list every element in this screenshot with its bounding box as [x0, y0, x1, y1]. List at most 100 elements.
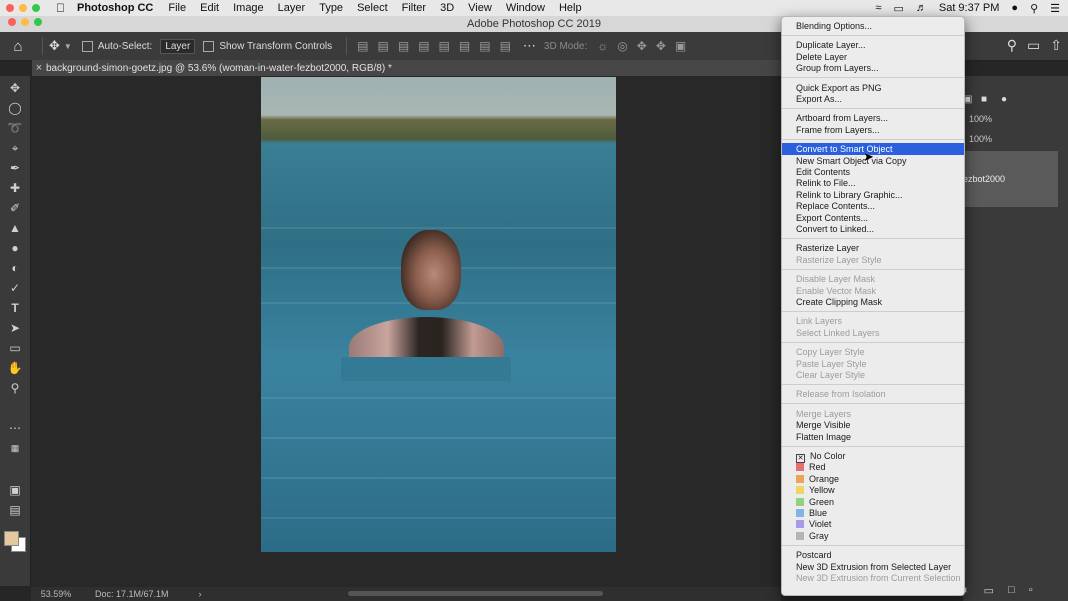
menu-view[interactable]: View — [461, 2, 499, 14]
menu-filter[interactable]: Filter — [395, 2, 433, 14]
menu-item-blending-options[interactable]: Blending Options... — [782, 20, 964, 32]
menu-item-gray[interactable]: Gray — [782, 530, 964, 542]
menu-item-no-color[interactable]: ✕ No Color — [782, 450, 964, 463]
spotlight-icon[interactable]: ⚲ — [1030, 2, 1038, 15]
menu-item-yellow[interactable]: Yellow — [782, 484, 964, 496]
notifications-icon[interactable]: ☰ — [1050, 2, 1060, 15]
share-icon[interactable]: ⇧ — [1050, 37, 1062, 54]
menu-item-flatten-image[interactable]: Flatten Image — [782, 431, 964, 443]
align-extra-icon[interactable]: ▤ — [479, 39, 490, 53]
menu-file[interactable]: File — [161, 2, 193, 14]
align-middle-icon[interactable]: ▤ — [439, 39, 450, 53]
minimize-window-button[interactable] — [19, 4, 27, 12]
align-left-icon[interactable]: ▤ — [357, 39, 368, 53]
zoom-level[interactable]: 53.59% — [31, 589, 81, 599]
menu-image[interactable]: Image — [226, 2, 271, 14]
default-colors-icon[interactable]: ▦ — [6, 440, 24, 456]
apple-menu-icon[interactable]:  — [56, 1, 65, 15]
rectangle-tool-icon[interactable]: ▭ — [6, 340, 24, 356]
move-tool-icon[interactable]: ✥ — [6, 80, 24, 96]
auto-select-checkbox[interactable] — [81, 40, 93, 52]
document-image[interactable] — [261, 77, 616, 552]
new-layer-icon[interactable]: □ — [1008, 584, 1015, 597]
menu-select[interactable]: Select — [350, 2, 395, 14]
path-selection-tool-icon[interactable]: ➤ — [6, 320, 24, 336]
foreground-color-swatch[interactable] — [4, 531, 19, 546]
menu-item-violet[interactable]: Violet — [782, 518, 964, 530]
layer-lock-icon[interactable]: ■ — [981, 94, 987, 105]
menu-item-new-3d-extrusion-from-selected-layer[interactable]: New 3D Extrusion from Selected Layer — [782, 561, 964, 573]
zoom-window-button[interactable] — [32, 4, 40, 12]
menu-type[interactable]: Type — [312, 2, 350, 14]
screen-mode-icon[interactable]: ▤ — [6, 502, 24, 518]
volume-icon[interactable]: ♬ — [916, 2, 927, 14]
menu-item-frame-from-layers[interactable]: Frame from Layers... — [782, 124, 964, 136]
align-top-icon[interactable]: ▤ — [418, 39, 429, 53]
menu-item-blue[interactable]: Blue — [782, 507, 964, 519]
more-options-icon[interactable]: ⋯ — [523, 38, 536, 54]
3d-camera-icon[interactable]: ▣ — [675, 39, 686, 53]
menu-3d[interactable]: 3D — [433, 2, 461, 14]
opacity-value[interactable]: 100% — [969, 114, 992, 124]
blur-tool-icon[interactable]: ● — [6, 240, 24, 256]
menu-item-rasterize-layer[interactable]: Rasterize Layer — [782, 242, 964, 254]
menu-layer[interactable]: Layer — [271, 2, 313, 14]
menu-item-orange[interactable]: Orange — [782, 473, 964, 485]
edit-toolbar-icon[interactable]: ⋯ — [6, 420, 24, 436]
close-window-button[interactable] — [6, 4, 14, 12]
menu-item-artboard-from-layers[interactable]: Artboard from Layers... — [782, 112, 964, 124]
hand-tool-icon[interactable]: ✋ — [6, 360, 24, 376]
app-menu[interactable]: Photoshop CC — [73, 2, 161, 14]
zoom-tool-icon[interactable]: ⚲ — [6, 380, 24, 396]
tool-preset-chevron-icon[interactable]: ▼ — [64, 42, 72, 51]
align-extra2-icon[interactable]: ▤ — [500, 39, 511, 53]
menu-window[interactable]: Window — [499, 2, 552, 14]
menu-item-edit-contents[interactable]: Edit Contents — [782, 166, 964, 178]
align-right-icon[interactable]: ▤ — [398, 39, 409, 53]
menu-item-duplicate-layer[interactable]: Duplicate Layer... — [782, 39, 964, 51]
menu-item-red[interactable]: Red — [782, 461, 964, 473]
menu-item-replace-contents[interactable]: Replace Contents... — [782, 200, 964, 212]
search-icon[interactable]: ⚲ — [1007, 37, 1017, 54]
menu-item-delete-layer[interactable]: Delete Layer — [782, 51, 964, 63]
auto-select-dropdown[interactable]: Layer — [160, 38, 196, 54]
3d-slide-icon[interactable]: ✥ — [656, 39, 666, 53]
workspace-icon[interactable]: ▭ — [1027, 37, 1040, 54]
fill-value[interactable]: 100% — [969, 134, 992, 144]
horizontal-scrollbar[interactable] — [348, 591, 603, 596]
user-icon[interactable]: ● — [1011, 2, 1018, 14]
close-tab-icon[interactable]: × — [32, 62, 46, 74]
status-menu-arrow-icon[interactable]: › — [199, 589, 202, 599]
pen-tool-icon[interactable]: ✓ — [6, 280, 24, 296]
menu-item-green[interactable]: Green — [782, 496, 964, 508]
crop-tool-icon[interactable]: ⌖ — [6, 140, 24, 156]
marquee-tool-icon[interactable]: ◯ — [6, 100, 24, 116]
3d-roll-icon[interactable]: ◎ — [617, 39, 627, 53]
menu-item-export-contents[interactable]: Export Contents... — [782, 212, 964, 224]
quick-mask-icon[interactable]: ▣ — [6, 482, 24, 498]
layer-name[interactable]: ezbot2000 — [963, 174, 1005, 184]
menu-item-group-from-layers[interactable]: Group from Layers... — [782, 62, 964, 74]
clock[interactable]: Sat 9:37 PM — [939, 2, 1000, 14]
menu-item-export-as[interactable]: Export As... — [782, 93, 964, 105]
wifi-icon[interactable]: ≈ — [875, 2, 881, 14]
new-group-icon[interactable]: ▭ — [984, 584, 994, 597]
menu-item-convert-to-linked[interactable]: Convert to Linked... — [782, 223, 964, 235]
delete-layer-icon[interactable]: ▫ — [1029, 584, 1033, 597]
menu-item-postcard[interactable]: Postcard — [782, 549, 964, 561]
layer-pin-icon[interactable]: ● — [1001, 94, 1007, 105]
type-tool-icon[interactable]: T — [6, 300, 24, 316]
menu-item-create-clipping-mask[interactable]: Create Clipping Mask — [782, 296, 964, 308]
move-tool-icon[interactable]: ✥ — [49, 38, 60, 54]
dodge-tool-icon[interactable]: ◐ — [6, 260, 24, 276]
brush-tool-icon[interactable]: ✐ — [6, 200, 24, 216]
healing-brush-tool-icon[interactable]: ✚ — [6, 180, 24, 196]
menu-help[interactable]: Help — [552, 2, 589, 14]
lasso-tool-icon[interactable]: ➰ — [6, 120, 24, 136]
show-transform-checkbox[interactable] — [203, 40, 215, 52]
menu-item-merge-visible[interactable]: Merge Visible — [782, 419, 964, 431]
display-icon[interactable]: ▭ — [893, 2, 903, 15]
stamp-tool-icon[interactable]: ▲ — [6, 220, 24, 236]
menu-edit[interactable]: Edit — [193, 2, 226, 14]
menu-item-quick-export-as-png[interactable]: Quick Export as PNG — [782, 82, 964, 94]
